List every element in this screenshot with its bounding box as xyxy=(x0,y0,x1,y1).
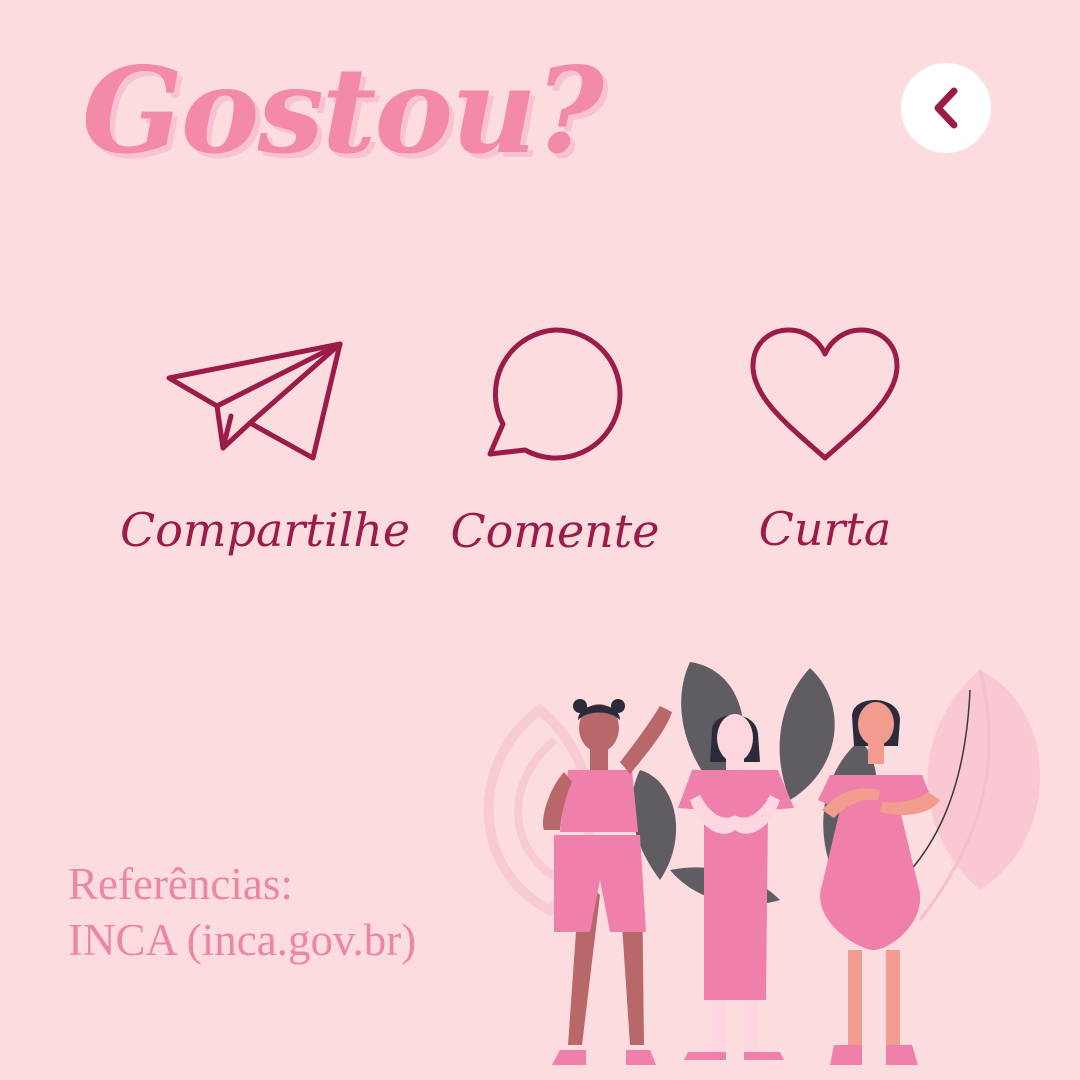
references-heading: Referências: xyxy=(68,859,293,909)
share-label: Compartilhe xyxy=(120,503,411,557)
back-button[interactable] xyxy=(901,63,991,153)
speech-bubble-icon xyxy=(487,327,623,461)
references-source: INCA (inca.gov.br) xyxy=(68,915,417,965)
chevron-left-icon xyxy=(934,87,958,129)
paper-plane-icon xyxy=(166,341,343,461)
woman-left xyxy=(542,699,672,1065)
like-label: Curta xyxy=(758,502,892,556)
heart-icon xyxy=(750,327,900,461)
page-title: Gostou? xyxy=(82,41,604,180)
woman-right xyxy=(818,699,940,1065)
comment-action[interactable]: Comente xyxy=(440,324,670,558)
comment-label: Comente xyxy=(450,504,660,558)
like-action[interactable]: Curta xyxy=(720,326,930,556)
share-action[interactable]: Compartilhe xyxy=(120,338,411,557)
pale-leaf-right xyxy=(918,669,1040,921)
women-illustration xyxy=(483,662,1040,1065)
references: Referências: INCA (inca.gov.br) xyxy=(68,856,416,968)
